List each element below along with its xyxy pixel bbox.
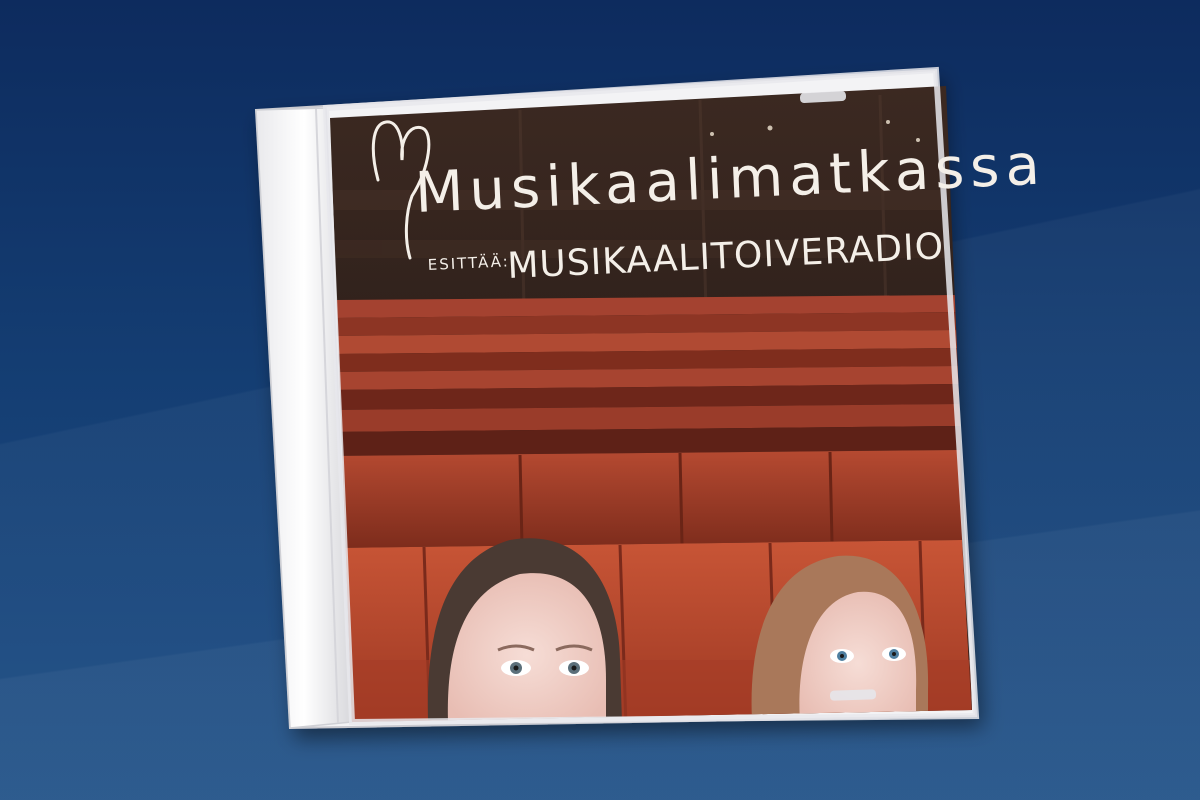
far-seat-rows xyxy=(330,295,960,456)
presents-label: ESITTÄÄ: xyxy=(427,251,510,274)
mid-seat-row xyxy=(330,450,962,548)
cd-case-illustration: Musikaalimatkassa ESITTÄÄ: MUSIKAALITOIV… xyxy=(254,66,1047,730)
